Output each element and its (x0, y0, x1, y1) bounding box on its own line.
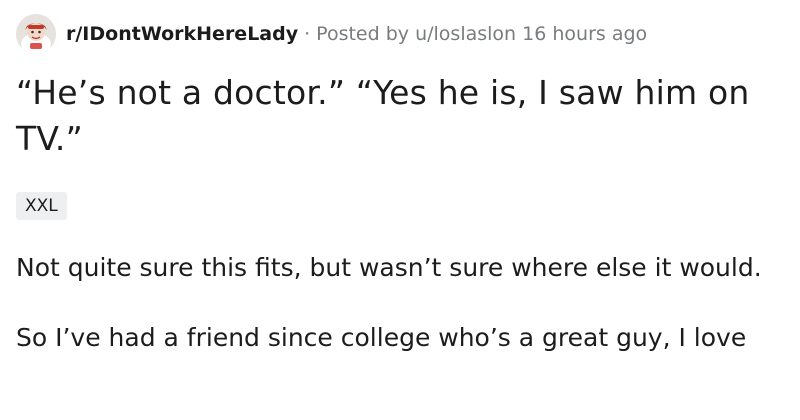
subreddit-link[interactable]: r/IDontWorkHereLady (66, 23, 298, 45)
reddit-post: r/IDontWorkHereLady · Posted by u/loslas… (0, 0, 800, 420)
posted-by: Posted by u/loslaslon 16 hours ago (316, 23, 647, 45)
author-link[interactable]: u/loslaslon (415, 23, 516, 45)
post-age: 16 hours ago (522, 23, 648, 45)
post-body: Not quite sure this fits, but wasn’t sur… (16, 250, 786, 390)
posted-by-label: Posted by (316, 23, 410, 45)
meta-separator: · (304, 23, 311, 45)
body-paragraph: So I’ve had a friend since college who’s… (16, 323, 747, 352)
subreddit-avatar-icon[interactable] (16, 14, 56, 54)
body-paragraph: Not quite sure this fits, but wasn’t sur… (16, 253, 762, 282)
post-flair[interactable]: XXL (16, 192, 67, 220)
post-meta: r/IDontWorkHereLady · Posted by u/loslas… (16, 12, 647, 56)
post-title[interactable]: “He’s not a doctor.” “Yes he is, I saw h… (16, 70, 786, 162)
